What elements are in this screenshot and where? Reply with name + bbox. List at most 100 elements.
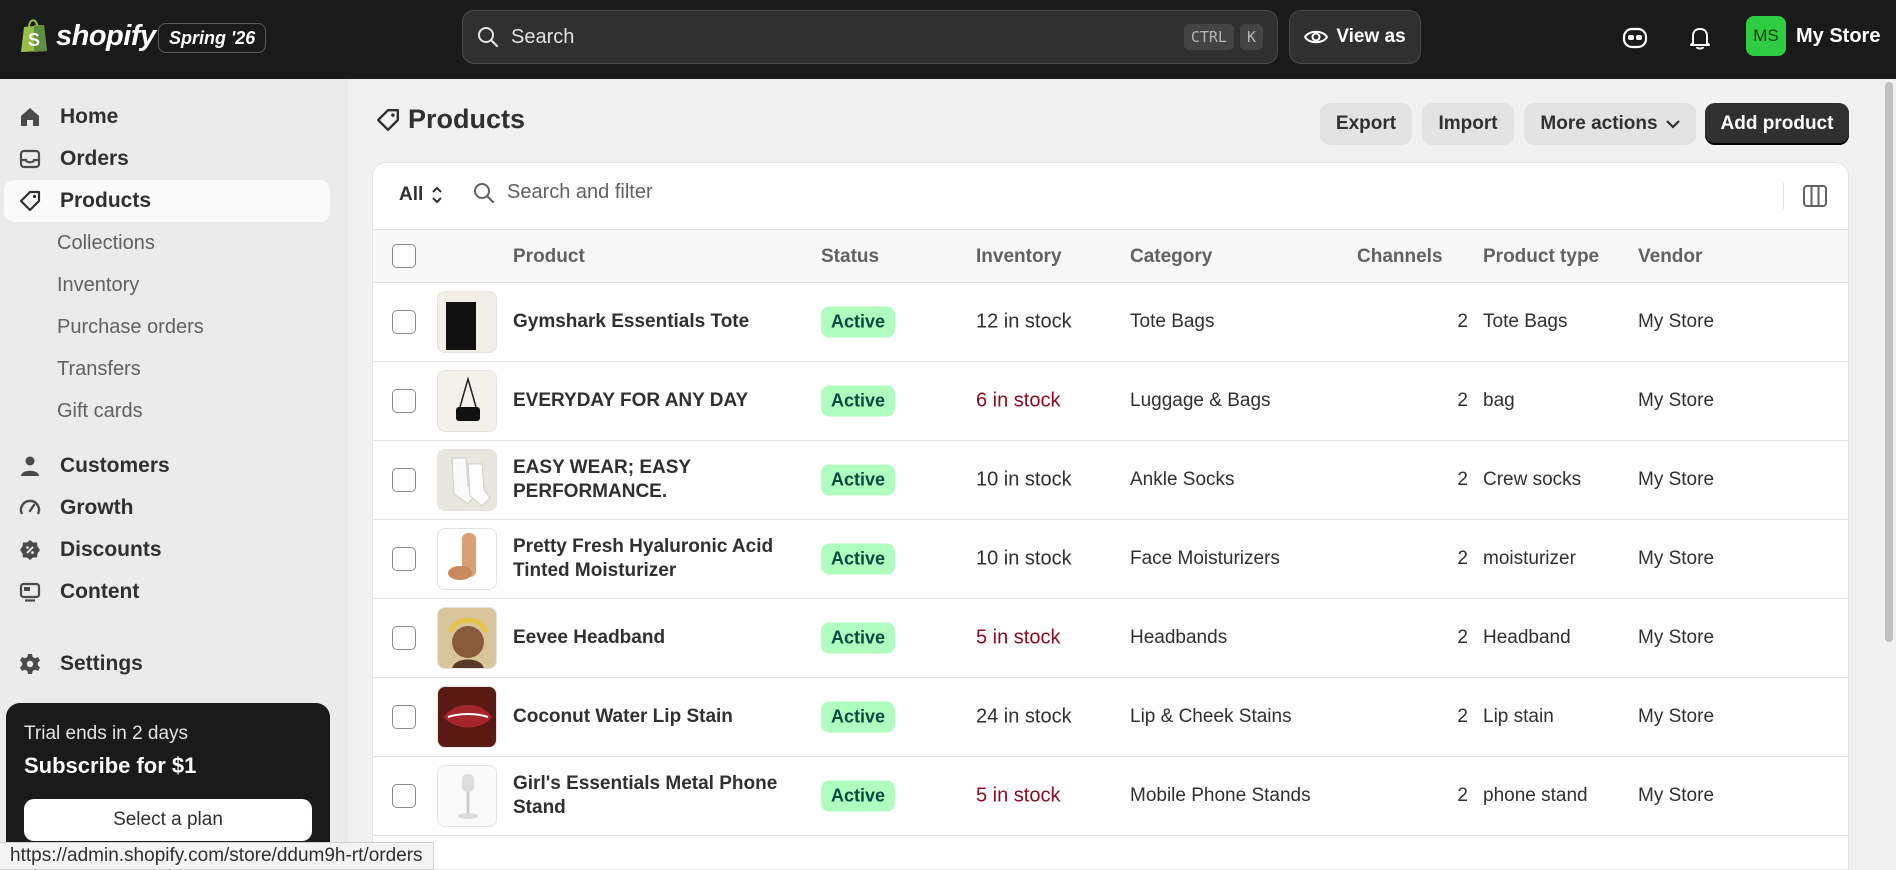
product-thumbnail[interactable] xyxy=(437,370,497,432)
table-row[interactable]: Coconut Water Lip Stain Active 24 in stock… xyxy=(373,678,1848,757)
table-row[interactable]: Pretty Fresh Hyaluronic Acid Tinted Mois… xyxy=(373,520,1848,599)
table-header: Product Status Inventory Category Channe… xyxy=(373,229,1848,283)
view-as-button[interactable]: View as xyxy=(1289,10,1421,64)
global-search[interactable]: Search CTRL K xyxy=(462,10,1278,64)
table-row[interactable]: Girl's Essentials Metal Phone Stand Activ… xyxy=(373,757,1848,836)
sidebar-item-growth[interactable]: Growth xyxy=(4,487,330,529)
search-filter-placeholder: Search and filter xyxy=(507,181,653,203)
home-icon xyxy=(18,105,42,129)
sidebar-item-orders[interactable]: Orders xyxy=(4,138,330,180)
product-thumbnail[interactable] xyxy=(437,765,497,827)
sidebar-subitem-gift-cards[interactable]: Gift cards xyxy=(57,391,143,431)
column-header-status[interactable]: Status xyxy=(821,246,879,268)
view-as-label: View as xyxy=(1336,26,1406,47)
sidebar-subitem-inventory[interactable]: Inventory xyxy=(57,265,139,305)
sidebar-item-customers[interactable]: Customers xyxy=(4,445,330,487)
sidebar-item-content[interactable]: Content xyxy=(4,571,330,613)
trial-days-text: Trial ends in 2 days xyxy=(24,723,189,744)
category-value: Headbands xyxy=(1130,627,1228,648)
shortcut-ctrl: CTRL xyxy=(1183,24,1234,50)
store-menu[interactable]: MS My Store xyxy=(1746,16,1880,56)
sidekick-icon[interactable] xyxy=(1621,24,1649,52)
view-select[interactable]: All xyxy=(399,184,443,206)
inventory-value: 5 in stock xyxy=(976,784,1061,807)
product-name[interactable]: Girl's Essentials Metal Phone Stand xyxy=(513,772,798,820)
product-name[interactable]: EVERYDAY FOR ANY DAY xyxy=(513,389,798,413)
vendor-value: My Store xyxy=(1638,469,1715,490)
channels-value: 2 xyxy=(1457,311,1468,332)
product-name[interactable]: Eevee Headband xyxy=(513,626,798,650)
status-badge: Active xyxy=(821,622,896,654)
row-checkbox[interactable] xyxy=(392,626,416,650)
channels-value: 2 xyxy=(1457,469,1468,490)
product-name[interactable]: EASY WEAR; EASY PERFORMANCE. xyxy=(513,456,798,504)
vendor-value: My Store xyxy=(1638,627,1715,648)
select-all-checkbox[interactable] xyxy=(392,244,416,268)
row-checkbox[interactable] xyxy=(392,468,416,492)
bell-icon[interactable] xyxy=(1686,24,1714,52)
vendor-value: My Store xyxy=(1638,548,1715,569)
sidebar-item-settings[interactable]: Settings xyxy=(4,643,330,685)
column-header-vendor[interactable]: Vendor xyxy=(1638,246,1702,268)
table-row[interactable]: EVERYDAY FOR ANY DAY Active 6 in stock Lugg… xyxy=(373,362,1848,441)
sidebar-subitem-purchase-orders[interactable]: Purchase orders xyxy=(57,307,204,347)
sidebar-item-discounts[interactable]: Discounts xyxy=(4,529,330,571)
divider xyxy=(1783,183,1784,209)
sidebar-subitem-collections[interactable]: Collections xyxy=(57,223,155,263)
column-header-channels[interactable]: Channels xyxy=(1357,246,1443,268)
vendor-value: My Store xyxy=(1638,706,1715,727)
product-thumbnail[interactable] xyxy=(437,449,497,511)
table-row[interactable]: Eevee Headband Active 5 in stock Headbands 2… xyxy=(373,599,1848,678)
inventory-value: 10 in stock xyxy=(976,468,1072,491)
table-row[interactable]: Gymshark Essentials Tote Active 12 in stoc… xyxy=(373,283,1848,362)
sidebar-item-products[interactable]: Products xyxy=(4,180,330,222)
row-checkbox[interactable] xyxy=(392,389,416,413)
row-checkbox[interactable] xyxy=(392,705,416,729)
row-checkbox[interactable] xyxy=(392,310,416,334)
edition-badge[interactable]: Spring '26 xyxy=(158,23,267,53)
table-row[interactable]: EASY WEAR; EASY PERFORMANCE. Active 10 in … xyxy=(373,441,1848,520)
status-badge: Active xyxy=(821,385,896,417)
product-name[interactable]: Pretty Fresh Hyaluronic Acid Tinted Mois… xyxy=(513,535,798,583)
category-value: Lip & Cheek Stains xyxy=(1130,706,1292,727)
product-type-value: moisturizer xyxy=(1483,548,1576,569)
scrollbar[interactable] xyxy=(1882,79,1896,870)
product-thumbnail[interactable] xyxy=(437,607,497,669)
columns-icon[interactable] xyxy=(1802,183,1828,209)
scrollbar-thumb[interactable] xyxy=(1885,82,1893,642)
product-type-value: Tote Bags xyxy=(1483,311,1568,332)
product-name[interactable]: Coconut Water Lip Stain xyxy=(513,705,798,729)
product-thumbnail[interactable] xyxy=(437,686,497,748)
person-icon xyxy=(18,454,42,478)
add-product-button[interactable]: Add product xyxy=(1705,103,1849,145)
column-header-product[interactable]: Product xyxy=(513,246,585,268)
store-name: My Store xyxy=(1796,24,1881,47)
import-button[interactable]: Import xyxy=(1422,103,1514,145)
sidebar-item-home[interactable]: Home xyxy=(4,96,330,138)
column-header-product-type[interactable]: Product type xyxy=(1483,246,1599,268)
chevron-down-icon xyxy=(1665,120,1680,129)
column-header-inventory[interactable]: Inventory xyxy=(976,246,1062,268)
select-plan-button[interactable]: Select a plan xyxy=(24,799,312,841)
inventory-value: 6 in stock xyxy=(976,389,1061,412)
more-actions-button[interactable]: More actions xyxy=(1524,103,1696,145)
row-checkbox[interactable] xyxy=(392,547,416,571)
export-button[interactable]: Export xyxy=(1320,103,1412,145)
column-header-category[interactable]: Category xyxy=(1130,246,1212,268)
status-badge: Active xyxy=(821,701,896,733)
sidebar-subitem-transfers[interactable]: Transfers xyxy=(57,349,141,389)
select-arrows-icon xyxy=(432,186,442,204)
product-thumbnail[interactable] xyxy=(437,291,497,353)
product-name[interactable]: Gymshark Essentials Tote xyxy=(513,310,798,334)
shopify-logo[interactable]: S shopify xyxy=(18,18,156,54)
row-checkbox[interactable] xyxy=(392,784,416,808)
product-thumbnail[interactable] xyxy=(437,528,497,590)
trial-subscribe-text: Subscribe for $1 xyxy=(24,753,197,778)
product-type-value: Crew socks xyxy=(1483,469,1582,490)
shopify-bag-icon: S xyxy=(21,19,47,52)
eye-icon xyxy=(1304,30,1329,44)
products-table-card: All Search and filter Product Status Inv… xyxy=(372,162,1849,870)
search-icon xyxy=(474,182,495,203)
search-filter-input[interactable]: Search and filter xyxy=(473,181,653,204)
channels-value: 2 xyxy=(1457,706,1468,727)
